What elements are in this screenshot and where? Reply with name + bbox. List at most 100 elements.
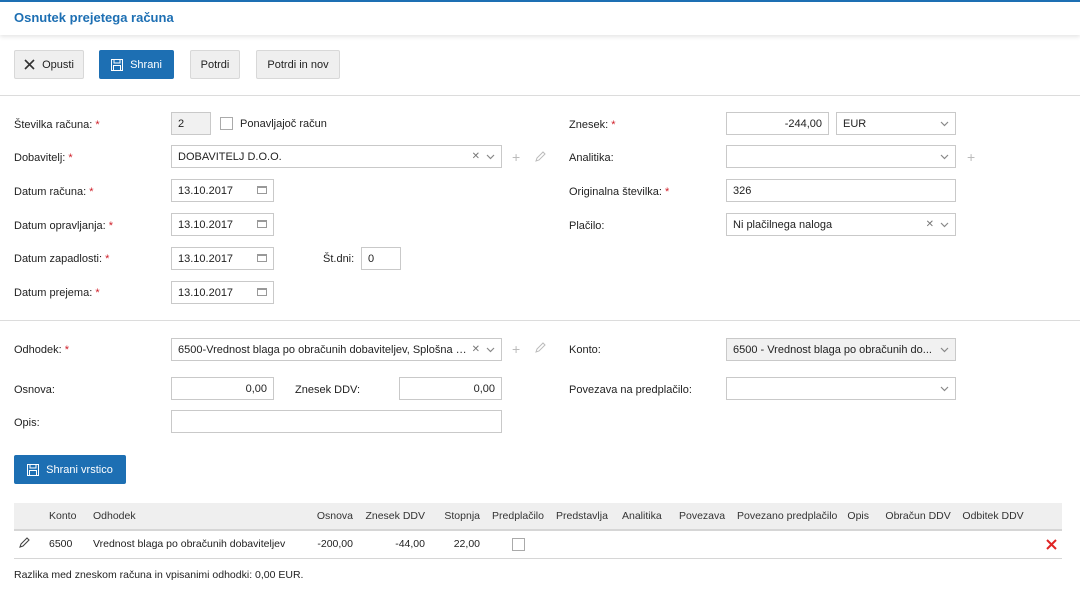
lines-table: Konto Odhodek Osnova Znesek DDV Stopnja … [14, 503, 1062, 559]
col-osnova[interactable]: Osnova [300, 503, 358, 531]
cancel-button-label: Opusti [42, 58, 74, 71]
col-odhodek[interactable]: Odhodek [88, 503, 300, 531]
col-analitika[interactable]: Analitika [617, 503, 674, 531]
chevron-down-icon [940, 386, 949, 391]
save-icon [111, 58, 124, 71]
expense-label: Odhodek: * [14, 344, 70, 356]
chevron-down-icon [486, 154, 495, 159]
expense-select[interactable]: 6500-Vrednost blaga po obračunih dobavit… [171, 338, 502, 361]
col-predstavlja[interactable]: Predstavlja [551, 503, 617, 531]
base-input[interactable]: 0,00 [171, 377, 274, 400]
account-label: Konto: [569, 344, 601, 356]
save-button[interactable]: Shrani [99, 50, 174, 79]
cell-predstavlja [551, 530, 617, 559]
invoice-number-label: Številka računa: * [14, 119, 100, 131]
edit-cell[interactable] [14, 530, 44, 559]
base-label: Osnova: [14, 384, 55, 396]
clear-icon[interactable]: ✕ [472, 344, 480, 355]
service-date-input[interactable]: 13.10.2017 [171, 213, 274, 236]
save-line-button[interactable]: Shrani vrstico [14, 455, 126, 484]
due-date-label: Datum zapadlosti: * [14, 253, 110, 265]
days-label: Št.dni: [323, 253, 355, 265]
service-date-label: Datum opravljanja: * [14, 220, 114, 232]
original-number-label: Originalna številka: * [569, 186, 670, 198]
prepayment-link-select[interactable] [726, 377, 956, 400]
invoice-number-input[interactable]: 2 [171, 112, 211, 135]
calendar-icon[interactable] [257, 288, 267, 296]
difference-note: Razlika med zneskom računa in vpisanimi … [14, 569, 304, 581]
calendar-icon[interactable] [257, 186, 267, 194]
prepayment-link-label: Povezava na predplačilo: [569, 384, 692, 396]
edit-icon[interactable] [535, 342, 546, 353]
description-label: Opis: [14, 417, 40, 429]
chevron-down-icon [940, 154, 949, 159]
currency-select[interactable]: EUR [836, 112, 956, 135]
amount-label: Znesek: * [569, 119, 616, 131]
save-button-label: Shrani [130, 58, 162, 71]
add-icon[interactable]: + [512, 342, 520, 356]
col-povezano-predplacilo[interactable]: Povezano predplačilo [732, 503, 843, 531]
recurring-checkbox[interactable] [220, 117, 233, 130]
account-select[interactable]: 6500 - Vrednost blaga po obračunih do... [726, 338, 956, 361]
receipt-date-label: Datum prejema: * [14, 287, 100, 299]
recurring-label: Ponavljajoč račun [240, 118, 327, 130]
col-predplacilo[interactable]: Predplačilo [485, 503, 551, 531]
pencil-icon[interactable] [19, 537, 30, 549]
cell-stopnja: 22,00 [430, 530, 485, 559]
clear-icon[interactable]: ✕ [926, 219, 934, 230]
cell-analitika [617, 530, 674, 559]
payment-select[interactable]: Ni plačilnega naloga ✕ [726, 213, 956, 236]
col-znesek-ddv[interactable]: Znesek DDV [358, 503, 430, 531]
confirm-button-label: Potrdi [200, 58, 230, 71]
add-icon[interactable]: + [967, 150, 975, 164]
cell-konto: 6500 [44, 530, 88, 559]
invoice-date-input[interactable]: 13.10.2017 [171, 179, 274, 202]
col-opis[interactable]: Opis [842, 503, 881, 531]
table-row[interactable]: 6500 Vrednost blaga po obračunih dobavit… [14, 530, 1062, 559]
chevron-down-icon [940, 347, 949, 352]
save-line-button-label: Shrani vrstico [46, 463, 113, 476]
payment-label: Plačilo: [569, 220, 605, 232]
confirm-new-button[interactable]: Potrdi in nov [256, 50, 340, 79]
calendar-icon[interactable] [257, 254, 267, 262]
supplier-select[interactable]: DOBAVITELJ D.O.O. ✕ [171, 145, 502, 168]
col-edit [14, 503, 44, 531]
cell-povezano-predplacilo [732, 530, 843, 559]
cell-osnova: -200,00 [300, 530, 358, 559]
page-title: Osnutek prejetega računa [14, 10, 174, 25]
cell-odhodek: Vrednost blaga po obračunih dobaviteljev [88, 530, 300, 559]
vat-amount-input[interactable]: 0,00 [399, 377, 502, 400]
confirm-button[interactable]: Potrdi [190, 50, 240, 79]
col-konto[interactable]: Konto [44, 503, 88, 531]
amount-input[interactable]: -244,00 [726, 112, 829, 135]
days-input[interactable]: 0 [361, 247, 401, 270]
save-icon [27, 463, 40, 476]
table-header-row: Konto Odhodek Osnova Znesek DDV Stopnja … [14, 503, 1062, 531]
confirm-new-button-label: Potrdi in nov [267, 58, 329, 71]
description-input[interactable] [171, 410, 502, 433]
delete-icon[interactable] [1046, 539, 1057, 550]
vat-amount-label: Znesek DDV: [295, 384, 361, 396]
edit-icon[interactable] [535, 151, 546, 162]
col-povezava[interactable]: Povezava [674, 503, 732, 531]
cell-opis [842, 530, 881, 559]
cell-povezava [674, 530, 732, 559]
analytics-select[interactable] [726, 145, 956, 168]
close-icon [24, 59, 35, 70]
prepayment-checkbox[interactable] [511, 537, 525, 551]
original-number-input[interactable]: 326 [726, 179, 956, 202]
cancel-button[interactable]: Opusti [14, 50, 84, 79]
due-date-input[interactable]: 13.10.2017 [171, 247, 274, 270]
analytics-label: Analitika: [569, 152, 614, 164]
page-header: Osnutek prejetega računa [0, 0, 1080, 35]
clear-icon[interactable]: ✕ [472, 151, 480, 162]
delete-cell [957, 530, 1062, 559]
receipt-date-input[interactable]: 13.10.2017 [171, 281, 274, 304]
calendar-icon[interactable] [257, 220, 267, 228]
divider [0, 320, 1080, 321]
col-obracun-ddv[interactable]: Obračun DDV [880, 503, 958, 531]
cell-obracun-ddv [880, 530, 958, 559]
col-stopnja[interactable]: Stopnja [430, 503, 485, 531]
col-odbitek-ddv[interactable]: Odbitek DDV [957, 503, 1062, 531]
add-icon[interactable]: + [512, 150, 520, 164]
